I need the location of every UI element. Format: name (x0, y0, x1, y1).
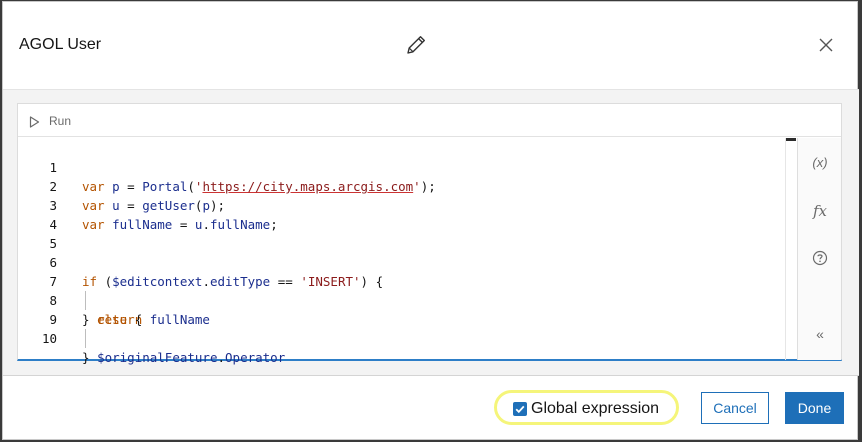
collapse-double-chevron-icon[interactable]: « (798, 326, 842, 342)
run-button[interactable]: Run (49, 114, 71, 128)
variables-icon[interactable]: (x) (798, 155, 842, 170)
global-expression-toggle[interactable]: Global expression (494, 390, 679, 425)
code-text: if ($editcontext.editType == 'INSERT') { (82, 274, 384, 289)
code-line: 5 (18, 215, 93, 251)
cancel-button[interactable]: Cancel (701, 392, 769, 424)
scroll-thumb[interactable] (786, 138, 796, 141)
help-circle-icon[interactable] (798, 250, 842, 269)
code-line: 4 (18, 196, 93, 232)
code-editor: Run 1 var p = Portal('https://city.maps.… (17, 103, 842, 365)
code-text: $originalFeature.Operator (97, 350, 286, 365)
code-line: 6 if ($editcontext.editType == 'INSERT')… (18, 234, 383, 289)
line-number: 10 (41, 331, 57, 346)
done-button[interactable]: Done (785, 392, 844, 424)
code-line: 9 $originalFeature.Operator (18, 291, 285, 365)
code-line: 8 } else { (18, 272, 142, 327)
code-line: 7 return fullName (18, 253, 210, 327)
code-text: var u = getUser(p); (82, 198, 226, 213)
editor-scrollbar[interactable] (785, 138, 796, 360)
code-area[interactable]: 1 var p = Portal('https://city.maps.arcg… (18, 138, 796, 365)
dialog: AGOL User Run 1 var p = Portal('https://… (2, 1, 859, 441)
play-outline-icon[interactable] (29, 115, 40, 128)
code-text: var fullName = u.fullName; (82, 217, 278, 232)
dialog-footer: Global expression Cancel Done (3, 376, 859, 441)
code-line: 10 } (18, 310, 93, 365)
dialog-title: AGOL User (19, 36, 102, 53)
code-line: 1 var p = Portal('https://city.maps.arcg… (18, 139, 435, 194)
global-expression-checkbox[interactable] (513, 402, 527, 416)
pencil-icon[interactable] (404, 33, 428, 57)
code-text: var p = Portal('https://city.maps.arcgis… (82, 179, 436, 194)
functions-icon[interactable]: fx (798, 202, 842, 220)
global-expression-label: Global expression (531, 400, 660, 417)
code-line: 2 var u = getUser(p); (18, 158, 225, 213)
close-icon[interactable] (818, 37, 834, 53)
dialog-body: Run 1 var p = Portal('https://city.maps.… (3, 89, 859, 376)
editor-toolbar: Run (18, 104, 841, 137)
code-line: 3 var fullName = u.fullName; (18, 177, 277, 232)
editor-side-panel: (x) fx « (797, 138, 841, 360)
code-text: } (82, 350, 90, 365)
dialog-header: AGOL User (3, 2, 859, 89)
